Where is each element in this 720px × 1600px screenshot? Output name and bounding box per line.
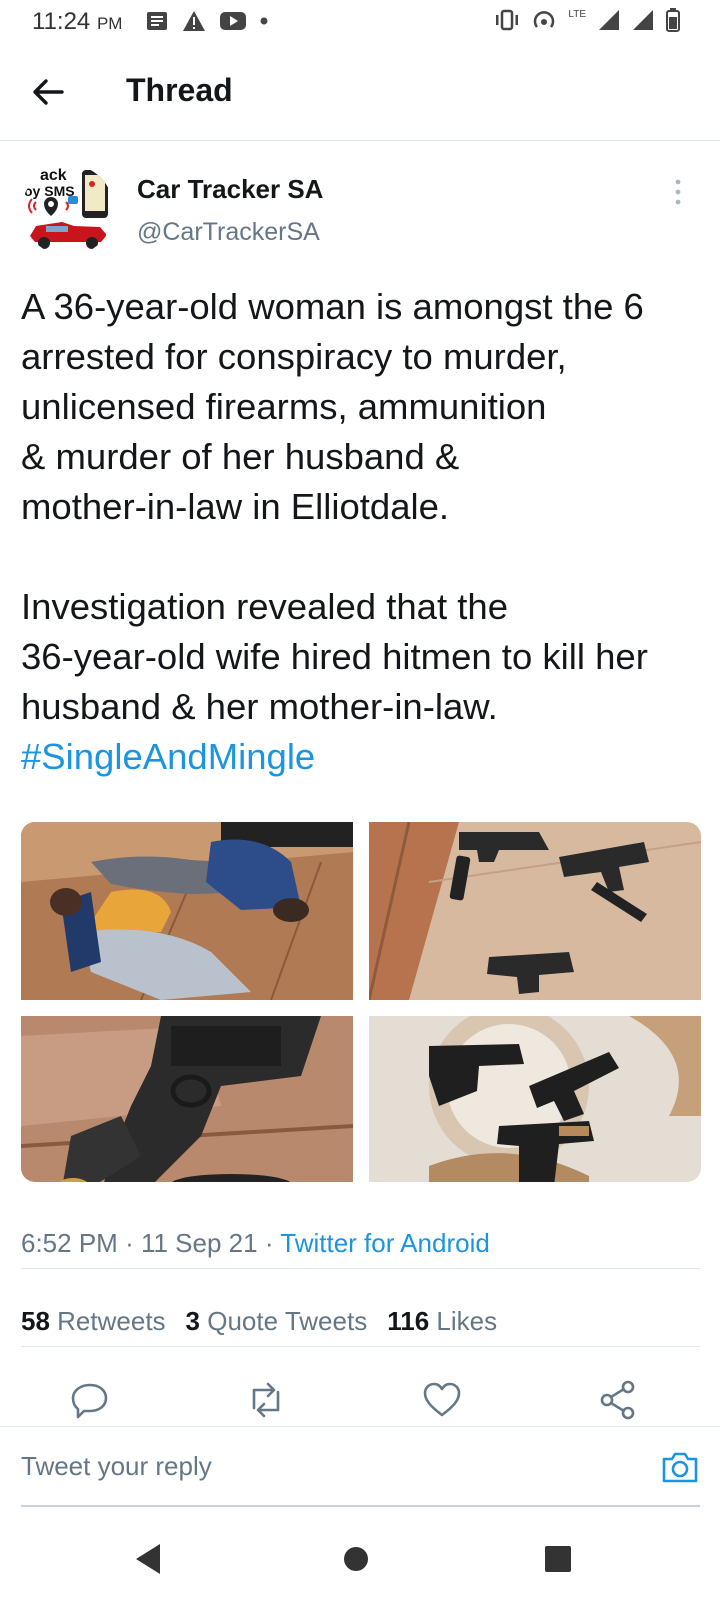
car-tracker-logo: ack oy SMS (22, 164, 114, 256)
hotspot-icon (534, 11, 555, 28)
share-icon (600, 1380, 635, 1420)
status-bar: 11:24 PM LTE (0, 0, 720, 44)
signal-icon-2 (633, 10, 653, 30)
reply-button[interactable] (68, 1378, 112, 1422)
retweet-button[interactable] (244, 1378, 288, 1422)
nav-home-button[interactable] (340, 1542, 372, 1581)
heart-icon (423, 1382, 461, 1417)
avatar-text-bottom: oy SMS (24, 183, 75, 199)
hashtag-link[interactable]: #SingleAndMingle (21, 736, 315, 777)
pistols-on-tiles-photo[interactable] (369, 822, 701, 1000)
tweet-body: A 36-year-old woman is amongst the 6 arr… (21, 286, 648, 727)
timestamp-separator: · (125, 1228, 134, 1258)
battery-icon (666, 8, 680, 32)
news-icon (147, 12, 167, 30)
author-handle[interactable]: @CarTrackerSA (137, 218, 320, 247)
retweets-label: Retweets (57, 1306, 166, 1336)
reply-input[interactable]: Tweet your reply (21, 1451, 212, 1482)
tweet-action-bar (0, 1378, 720, 1430)
photo-image (369, 1016, 701, 1182)
status-system-icons: LTE (494, 8, 680, 32)
tweet-text: A 36-year-old woman is amongst the 6 arr… (21, 282, 701, 782)
signal-icon (599, 10, 619, 30)
reply-icon (71, 1383, 108, 1419)
more-vertical-icon (675, 179, 681, 205)
quote-tweets-count: 3 (185, 1306, 201, 1336)
network-type-label: LTE (568, 8, 586, 20)
photo-image (21, 1016, 353, 1182)
camera-button[interactable] (660, 1447, 700, 1487)
avatar[interactable]: ack oy SMS (22, 164, 114, 256)
author-name[interactable]: Car Tracker SA (137, 174, 323, 205)
tweet-timestamp: 6:52 PM · 11 Sep 21 · Twitter for Androi… (21, 1228, 490, 1259)
back-button[interactable] (28, 74, 68, 110)
divider (21, 1346, 700, 1347)
pistol-closeup-photo[interactable] (21, 1016, 353, 1182)
app-header: Thread (0, 44, 720, 141)
share-button[interactable] (596, 1378, 640, 1422)
camera-icon (662, 1452, 698, 1483)
status-time-ampm: PM (96, 14, 123, 33)
nav-home-icon (344, 1547, 368, 1571)
youtube-icon (220, 12, 246, 30)
like-button[interactable] (420, 1378, 464, 1422)
retweet-icon (252, 1382, 280, 1418)
more-options-button[interactable] (668, 178, 688, 206)
timestamp-separator-2: · (264, 1228, 274, 1258)
quote-tweets-stat[interactable]: 3 Quote Tweets (186, 1306, 368, 1337)
reply-composer-bar: Tweet your reply (0, 1426, 720, 1507)
likes-label: Likes (436, 1306, 498, 1336)
likes-count: 116 (387, 1306, 430, 1336)
warning-icon (183, 11, 205, 31)
pistols-on-mosaic-photo[interactable] (369, 1016, 701, 1182)
tweet-stats: 58 Retweets 3 Quote Tweets 116 Likes (21, 1306, 497, 1337)
avatar-text-top: ack (40, 167, 67, 184)
status-time-value: 11:24 (32, 8, 91, 35)
status-time: 11:24 PM (32, 8, 122, 36)
men-on-floor-photo[interactable] (21, 822, 353, 1000)
quote-tweets-label: Quote Tweets (207, 1306, 368, 1336)
nav-back-icon (136, 1544, 160, 1574)
vibrate-icon (496, 9, 519, 31)
system-nav-bar (0, 1530, 720, 1600)
tweet-time: 6:52 PM (21, 1228, 118, 1258)
arrow-left-icon (33, 79, 64, 105)
nav-recents-icon (545, 1546, 571, 1572)
retweets-stat[interactable]: 58 Retweets (21, 1306, 166, 1337)
reply-input-underline (21, 1505, 700, 1507)
likes-stat[interactable]: 116 Likes (387, 1306, 497, 1337)
tweet-source-link[interactable]: Twitter for Android (280, 1228, 490, 1258)
divider (21, 1268, 700, 1269)
retweets-count: 58 (21, 1306, 50, 1336)
status-notification-icons (146, 10, 268, 32)
tweet-media-grid (21, 822, 701, 1182)
photo-image (369, 822, 701, 1000)
photo-image (21, 822, 353, 1000)
page-title: Thread (126, 72, 233, 108)
tweet-date: 11 Sep 21 (140, 1228, 258, 1258)
nav-back-button[interactable] (132, 1542, 164, 1581)
nav-recents-button[interactable] (542, 1542, 574, 1581)
more-notifications-dot-icon (260, 17, 268, 25)
